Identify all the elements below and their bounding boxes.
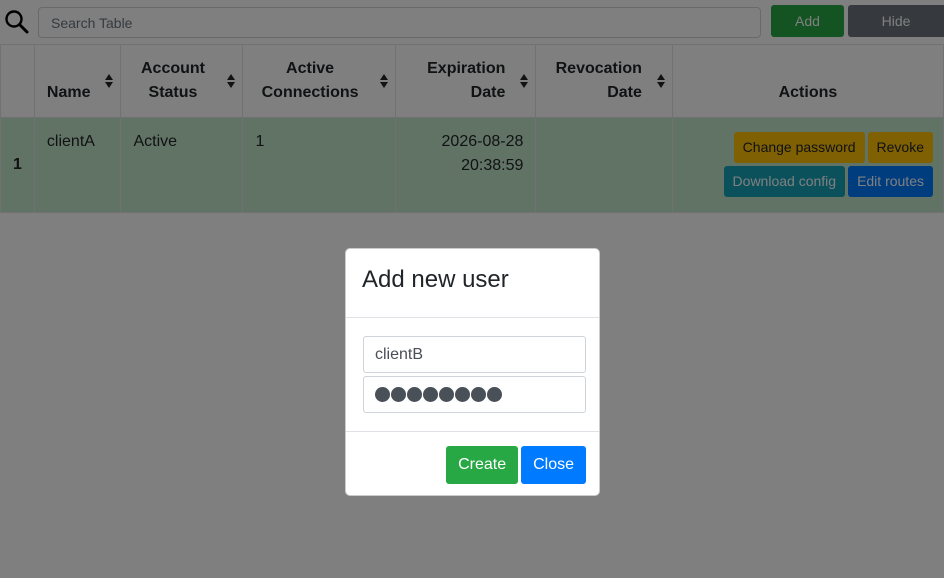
modal-footer: Create Close bbox=[346, 432, 599, 498]
close-button[interactable]: Close bbox=[521, 446, 586, 484]
password-dot bbox=[471, 387, 486, 402]
password-dot bbox=[375, 387, 390, 402]
password-dot bbox=[407, 387, 422, 402]
modal-body bbox=[346, 318, 599, 432]
modal-title: Add new user bbox=[362, 266, 509, 293]
password-dot bbox=[455, 387, 470, 402]
modal-header: Add new user bbox=[346, 249, 599, 318]
password-dot bbox=[487, 387, 502, 402]
password-mask bbox=[375, 377, 574, 412]
password-dot bbox=[423, 387, 438, 402]
password-dot bbox=[439, 387, 454, 402]
password-input[interactable] bbox=[363, 376, 586, 413]
password-dot bbox=[391, 387, 406, 402]
create-button[interactable]: Create bbox=[446, 446, 519, 484]
username-input[interactable] bbox=[363, 336, 586, 373]
add-user-modal: Add new user Create Close bbox=[345, 248, 600, 496]
